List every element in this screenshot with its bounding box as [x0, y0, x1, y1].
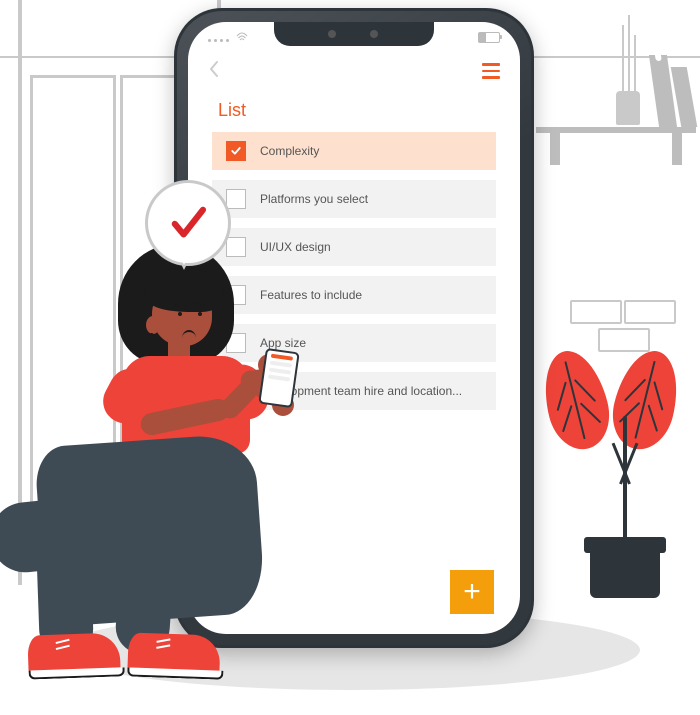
list-item-label: Platforms you select — [260, 192, 482, 206]
wall-brick — [624, 300, 676, 324]
battery-icon — [478, 32, 500, 43]
list-item-complexity[interactable]: Complexity — [212, 132, 496, 170]
list-title: List — [218, 100, 246, 121]
add-button[interactable]: + — [450, 570, 494, 614]
person-illustration — [10, 250, 310, 670]
status-bar — [208, 28, 500, 46]
plus-icon: + — [463, 577, 481, 607]
signal-icon — [208, 32, 248, 42]
shelf-support — [550, 133, 560, 165]
nav-bar — [208, 56, 500, 86]
shelf-vase — [616, 15, 640, 125]
plant-pot — [590, 548, 660, 598]
shelf-support — [672, 133, 682, 165]
list-item-label: Complexity — [260, 144, 482, 158]
handheld-phone — [258, 348, 299, 408]
checkbox-icon[interactable] — [226, 189, 246, 209]
shoe — [127, 632, 220, 675]
plant-stem — [623, 416, 627, 542]
book — [649, 55, 677, 127]
speech-bubble-tail — [177, 250, 191, 265]
menu-icon[interactable] — [482, 63, 500, 79]
back-icon[interactable] — [208, 60, 220, 83]
checkbox-icon[interactable] — [226, 141, 246, 161]
list-item-platforms[interactable]: Platforms you select — [212, 180, 496, 218]
plant-leaf — [605, 344, 687, 456]
wall-brick — [570, 300, 622, 324]
illustration-stage: List Complexity Platforms you select UI/… — [0, 0, 700, 715]
plant-leaf — [535, 344, 617, 456]
shoe — [27, 632, 120, 675]
wall-brick — [598, 328, 650, 352]
checkmark-icon — [166, 201, 210, 245]
